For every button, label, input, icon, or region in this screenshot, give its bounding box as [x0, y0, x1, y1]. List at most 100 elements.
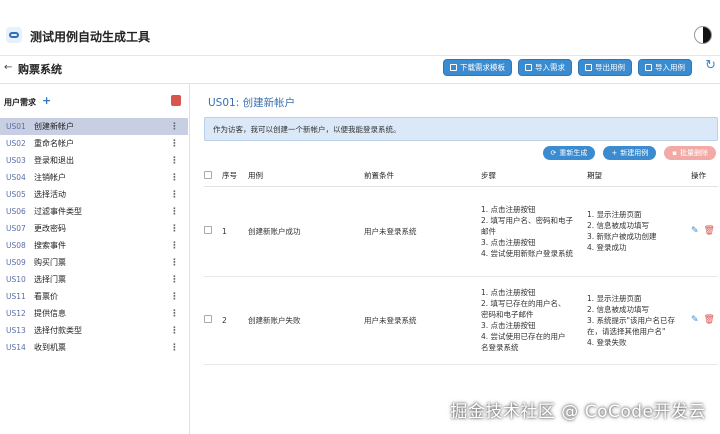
- requirement-list: US01 创建新帐户 ⋮ US02 重命名帐户 ⋮ US03 登录和退出 ⋮ US04 注销帐户 ⋮ U…: [0, 118, 188, 356]
- row-ops-group: ✎ 🗑: [691, 315, 718, 325]
- header-button-3[interactable]: 导入用例: [638, 59, 692, 76]
- more-options-icon[interactable]: ⋮: [170, 156, 179, 166]
- sidebar-item-label: 创建新帐户: [34, 122, 74, 131]
- step-line: 密码和电子邮件: [481, 310, 534, 319]
- table-row: 2 创建新账户失败 用户未登录系统 1. 点击注册按钮 2. 填写已存在的用户名、 密码和…: [204, 276, 718, 365]
- regenerate-label: 重新生成: [559, 149, 588, 157]
- header-steps: 步骤: [481, 166, 587, 187]
- more-options-icon[interactable]: ⋮: [170, 309, 179, 319]
- sidebar-item-us04[interactable]: US04 注销帐户 ⋮: [0, 169, 188, 186]
- more-options-icon[interactable]: ⋮: [170, 241, 179, 251]
- expected-line: 3. 系统提示"该用户名已存: [587, 315, 675, 325]
- sidebar-item-us11[interactable]: US11 看票价 ⋮: [0, 288, 188, 305]
- refresh-small-icon: ⟳: [550, 149, 557, 157]
- sidebar-item-code: US07: [6, 224, 26, 233]
- edit-icon[interactable]: ✎: [691, 226, 699, 236]
- sidebar-item-us05[interactable]: US05 选择活动 ⋮: [0, 186, 188, 203]
- header-button-label: 导入需求: [535, 63, 565, 72]
- edit-icon[interactable]: ✎: [691, 315, 699, 325]
- download-icon: [450, 64, 457, 71]
- sidebar-item-us10[interactable]: US10 选择门票 ⋮: [0, 271, 188, 288]
- table-header-row: 序号 用例 前置条件 步骤 期望 操作: [204, 166, 718, 187]
- header-case: 用例: [248, 166, 364, 187]
- row-seq: 2: [222, 276, 248, 365]
- more-options-icon[interactable]: ⋮: [170, 173, 179, 183]
- more-options-icon[interactable]: ⋮: [170, 207, 179, 217]
- select-all-checkbox[interactable]: [204, 170, 212, 179]
- row-checkbox[interactable]: [204, 315, 212, 323]
- more-options-icon[interactable]: ⋮: [170, 326, 179, 336]
- header-select-cell: [204, 166, 222, 187]
- refresh-icon[interactable]: ↻: [705, 58, 716, 73]
- sidebar-item-us13[interactable]: US13 选择付款类型 ⋮: [0, 322, 188, 339]
- sidebar-item-code: US09: [6, 258, 26, 267]
- sidebar-item-code: US14: [6, 343, 26, 352]
- sidebar-item-us01[interactable]: US01 创建新帐户 ⋮: [0, 118, 188, 135]
- step-line: 邮件: [481, 226, 496, 236]
- step-line: 3. 点击注册按钮: [481, 237, 536, 247]
- row-steps: 1. 点击注册按钮 2. 填写用户名、密码和电子 邮件 3. 点击注册按钮 4. 尝试使…: [481, 186, 587, 277]
- expected-line: 1. 显示注册页面: [587, 293, 642, 303]
- sidebar-item-us02[interactable]: US02 重命名帐户 ⋮: [0, 135, 188, 152]
- sidebar-item-code: US06: [6, 207, 26, 216]
- more-options-icon[interactable]: ⋮: [170, 258, 179, 268]
- expected-line: 4. 登录失败: [587, 337, 627, 347]
- more-options-icon[interactable]: ⋮: [170, 292, 179, 302]
- row-checkbox[interactable]: [204, 226, 212, 234]
- new-case-button[interactable]: + 新建用例: [603, 146, 657, 160]
- trash-icon[interactable]: 🗑: [704, 315, 715, 325]
- batch-delete-button[interactable]: ▪ 批量删除: [664, 146, 716, 160]
- sidebar-item-label: 注销帐户: [34, 173, 66, 182]
- header-button-1[interactable]: 导入需求: [518, 59, 572, 76]
- expected-line: 在，请选择其他用户名": [587, 326, 666, 336]
- sidebar-item-us07[interactable]: US07 更改密码 ⋮: [0, 220, 188, 237]
- story-title: US01: 创建新帐户: [208, 97, 296, 109]
- sidebar-item-us08[interactable]: US08 搜索事件 ⋮: [0, 237, 188, 254]
- more-options-icon[interactable]: ⋮: [170, 139, 179, 149]
- sidebar-item-label: 重命名帐户: [34, 139, 74, 148]
- sidebar-item-label: 登录和退出: [34, 156, 74, 165]
- add-requirement-icon[interactable]: +: [42, 94, 51, 107]
- more-options-icon[interactable]: ⋮: [170, 190, 179, 200]
- row-expected: 1. 显示注册页面 2. 信息被成功填写 3. 系统提示"该用户名已存 在，请选择其他…: [587, 276, 691, 365]
- more-options-icon[interactable]: ⋮: [170, 343, 179, 353]
- main-panel: US01: 创建新帐户 作为访客，我可以创建一个新帐户，以便我能登录系统。 ⟳ …: [198, 84, 720, 434]
- trash-small-icon: ▪: [672, 149, 677, 157]
- sidebar-item-label: 过滤事件类型: [34, 207, 82, 216]
- page-title: 购票系统: [18, 63, 62, 76]
- header-ops: 操作: [691, 166, 718, 187]
- header-button-2[interactable]: 导出用例: [578, 59, 632, 76]
- table-body: 1 创建新账户成功 用户未登录系统 1. 点击注册按钮 2. 填写用户名、密码和电子 邮件…: [204, 186, 718, 365]
- regenerate-button[interactable]: ⟳ 重新生成: [542, 146, 596, 160]
- export-icon: [585, 64, 592, 71]
- sidebar-item-us09[interactable]: US09 购买门票 ⋮: [0, 254, 188, 271]
- step-line: 1. 点击注册按钮: [481, 288, 536, 297]
- sidebar-item-label: 收到机票: [34, 343, 66, 352]
- sidebar-item-label: 选择门票: [34, 275, 66, 284]
- top-bar: 测试用例自动生成工具: [0, 0, 720, 56]
- row-expected: 1. 显示注册页面 2. 信息被成功填写 3. 新账户被成功创建 4. 登录成功: [587, 186, 691, 277]
- back-arrow-icon[interactable]: ←: [4, 62, 12, 73]
- trash-icon[interactable]: 🗑: [704, 226, 715, 236]
- sidebar-item-us06[interactable]: US06 过滤事件类型 ⋮: [0, 203, 188, 220]
- more-options-icon[interactable]: ⋮: [170, 224, 179, 234]
- header-button-0[interactable]: 下载需求模板: [443, 59, 512, 76]
- more-options-icon[interactable]: ⋮: [170, 122, 179, 132]
- sidebar-item-us03[interactable]: US03 登录和退出 ⋮: [0, 152, 188, 169]
- delete-requirement-icon[interactable]: [171, 95, 181, 106]
- row-steps: 1. 点击注册按钮 2. 填写已存在的用户名、 密码和电子邮件 3. 点击注册按钮 4.…: [481, 276, 587, 365]
- sidebar-item-code: US04: [6, 173, 26, 182]
- sidebar-item-code: US12: [6, 309, 26, 318]
- table-row: 1 创建新账户成功 用户未登录系统 1. 点击注册按钮 2. 填写用户名、密码和电子 邮件…: [204, 186, 718, 277]
- sidebar-item-us12[interactable]: US12 提供信息 ⋮: [0, 305, 188, 322]
- plus-icon: +: [611, 149, 618, 157]
- sidebar-item-us14[interactable]: US14 收到机票 ⋮: [0, 339, 188, 356]
- theme-toggle-icon[interactable]: [694, 26, 712, 44]
- expected-line: 2. 信息被成功填写: [587, 304, 650, 314]
- sidebar-item-code: US02: [6, 139, 26, 148]
- header-precondition: 前置条件: [364, 166, 481, 187]
- step-line: 2. 填写已存在的用户名、: [481, 299, 566, 308]
- more-options-icon[interactable]: ⋮: [170, 275, 179, 285]
- step-line: 3. 点击注册按钮: [481, 321, 536, 330]
- header-seq: 序号: [222, 166, 248, 187]
